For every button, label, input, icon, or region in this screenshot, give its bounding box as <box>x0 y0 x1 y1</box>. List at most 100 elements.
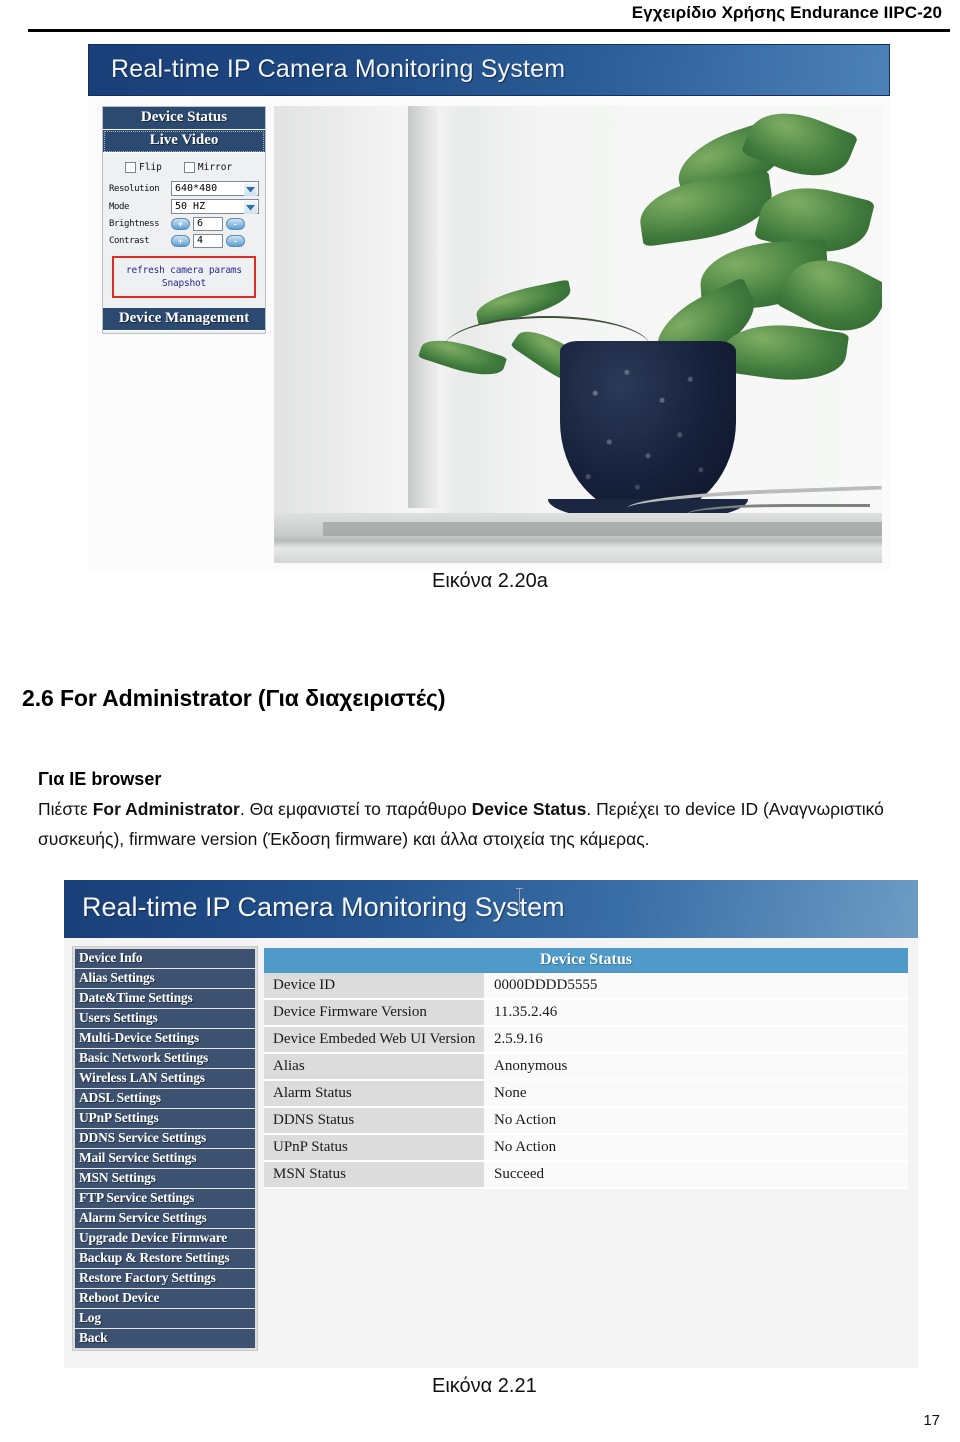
nav-live-video[interactable]: Live Video <box>103 130 265 153</box>
resolution-select[interactable]: 640*480 <box>171 181 259 196</box>
section-subheading: Για IE browser <box>38 769 162 789</box>
row-key: UPnP Status <box>264 1135 484 1160</box>
table-row: Alarm Status None <box>264 1081 908 1108</box>
checkbox-box-icon[interactable] <box>125 162 136 173</box>
row-value: Anonymous <box>484 1054 908 1079</box>
row-value: 11.35.2.46 <box>484 1000 908 1025</box>
nav-device-management[interactable]: Device Management <box>103 308 265 331</box>
admin-body: Device Info Alias Settings Date&Time Set… <box>64 938 918 1368</box>
resolution-label: Resolution <box>109 183 160 194</box>
contrast-label: Contrast <box>109 236 150 246</box>
header-divider-rule <box>28 29 950 32</box>
running-header-title: Εγχειρίδιο Χρήσης Endurance IIPC-20 <box>631 3 942 22</box>
table-row: Device Firmware Version 11.35.2.46 <box>264 1000 908 1027</box>
sidebar-item-upgrade-device-firmware[interactable]: Upgrade Device Firmware <box>75 1229 255 1249</box>
row-value: No Action <box>484 1135 908 1160</box>
snapshot-link[interactable]: Snapshot <box>114 277 254 290</box>
resolution-row: Resolution 640*480 <box>109 181 259 196</box>
app-body: Device Status Live Video Flip Mirror Res… <box>88 96 890 569</box>
brightness-label: Brightness <box>109 219 160 229</box>
sidebar-item-msn-settings[interactable]: MSN Settings <box>75 1169 255 1189</box>
figure-2-20a-caption: Εικόνα 2.20a <box>432 570 548 592</box>
sidebar-item-restore-factory-settings[interactable]: Restore Factory Settings <box>75 1269 255 1289</box>
contrast-value[interactable]: 4 <box>193 234 223 248</box>
resolution-value: 640*480 <box>175 183 218 194</box>
flip-mirror-row: Flip Mirror <box>109 160 259 181</box>
table-row: MSN Status Succeed <box>264 1162 908 1189</box>
text-cursor-icon <box>516 888 523 912</box>
mode-row: Mode 50 HZ <box>109 199 259 214</box>
refresh-camera-params-link[interactable]: refresh camera params <box>114 264 254 277</box>
app-title-bar: Real-time IP Camera Monitoring System <box>64 880 918 938</box>
mirror-label: Mirror <box>197 162 233 173</box>
sidebar-item-log[interactable]: Log <box>75 1309 255 1329</box>
mirror-checkbox[interactable]: Mirror <box>183 162 233 173</box>
row-key: Device ID <box>264 973 484 998</box>
sidebar-item-reboot-device[interactable]: Reboot Device <box>75 1289 255 1309</box>
section-paragraph: Πιέστε For Administrator. Θα εμφανιστεί … <box>38 794 948 854</box>
device-status-title: Device Status <box>264 948 908 973</box>
paragraph-bold-device-status: Device Status <box>471 799 587 819</box>
section-heading: 2.6 For Administrator (Για διαχειριστές) <box>22 685 446 711</box>
contrast-row: Contrast + 4 - <box>109 234 259 248</box>
sidebar-item-ddns-service-settings[interactable]: DDNS Service Settings <box>75 1129 255 1149</box>
row-value: Succeed <box>484 1162 908 1187</box>
row-key: DDNS Status <box>264 1108 484 1133</box>
figure-2-21-screenshot: Real-time IP Camera Monitoring System De… <box>64 880 918 1368</box>
sidebar-item-back[interactable]: Back <box>75 1329 255 1348</box>
sidebar-item-alarm-service-settings[interactable]: Alarm Service Settings <box>75 1209 255 1229</box>
brightness-row: Brightness + 6 - <box>109 217 259 231</box>
row-key: Device Embeded Web UI Version <box>264 1027 484 1052</box>
row-key: MSN Status <box>264 1162 484 1187</box>
document-running-header: Εγχειρίδιο Χρήσης Endurance IIPC-20 <box>0 0 960 34</box>
wall-shadow <box>407 106 439 509</box>
brightness-increase-button[interactable]: + <box>171 218 190 230</box>
shelf-surface <box>274 512 882 563</box>
nav-device-status[interactable]: Device Status <box>103 107 265 130</box>
sidebar-item-mail-service-settings[interactable]: Mail Service Settings <box>75 1149 255 1169</box>
app-title: Real-time IP Camera Monitoring System <box>82 892 565 922</box>
camera-actions-highlight-box: refresh camera params Snapshot <box>112 256 256 298</box>
sidebar-item-device-info[interactable]: Device Info <box>75 949 255 969</box>
mode-select[interactable]: 50 HZ <box>171 199 259 214</box>
row-value: 2.5.9.16 <box>484 1027 908 1052</box>
shelf-edge <box>322 521 882 536</box>
page-number: 17 <box>923 1412 940 1429</box>
sidebar-item-alias-settings[interactable]: Alias Settings <box>75 969 255 989</box>
row-value: No Action <box>484 1108 908 1133</box>
sidebar-item-wireless-lan-settings[interactable]: Wireless LAN Settings <box>75 1069 255 1089</box>
contrast-decrease-button[interactable]: - <box>226 235 245 247</box>
figure-2-20a-screenshot: Real-time IP Camera Monitoring System De… <box>88 44 890 569</box>
sidebar-item-basic-network-settings[interactable]: Basic Network Settings <box>75 1049 255 1069</box>
contrast-increase-button[interactable]: + <box>171 235 190 247</box>
camera-photo-plant <box>274 106 882 563</box>
camera-settings-form: Flip Mirror Resolution 640*480 Mode 50 H… <box>103 153 265 308</box>
sidebar-item-upnp-settings[interactable]: UPnP Settings <box>75 1109 255 1129</box>
mode-label: Mode <box>109 201 130 212</box>
brightness-value[interactable]: 6 <box>193 217 223 231</box>
row-key: Alias <box>264 1054 484 1079</box>
app-title: Real-time IP Camera Monitoring System <box>111 55 566 83</box>
figure-2-21-caption: Εικόνα 2.21 <box>432 1375 537 1397</box>
device-status-panel: Device Status Device ID 0000DDDD5555 Dev… <box>264 948 908 1189</box>
paragraph-text-pre: Πιέστε <box>38 799 93 819</box>
sidebar-item-datetime-settings[interactable]: Date&Time Settings <box>75 989 255 1009</box>
sidebar-item-multi-device-settings[interactable]: Multi-Device Settings <box>75 1029 255 1049</box>
app-title-bar: Real-time IP Camera Monitoring System <box>88 44 890 96</box>
sidebar-item-ftp-service-settings[interactable]: FTP Service Settings <box>75 1189 255 1209</box>
chevron-down-icon[interactable] <box>244 183 257 196</box>
camera-control-panel: Device Status Live Video Flip Mirror Res… <box>102 106 266 334</box>
flower-pot <box>559 341 737 516</box>
sidebar-item-backup-restore-settings[interactable]: Backup & Restore Settings <box>75 1249 255 1269</box>
sidebar-item-users-settings[interactable]: Users Settings <box>75 1009 255 1029</box>
sidebar-item-adsl-settings[interactable]: ADSL Settings <box>75 1089 255 1109</box>
brightness-decrease-button[interactable]: - <box>226 218 245 230</box>
table-row: Device ID 0000DDDD5555 <box>264 973 908 1000</box>
mode-value: 50 HZ <box>175 201 206 212</box>
table-row: DDNS Status No Action <box>264 1108 908 1135</box>
flip-checkbox[interactable]: Flip <box>125 162 162 173</box>
table-row: UPnP Status No Action <box>264 1135 908 1162</box>
chevron-down-icon[interactable] <box>244 201 257 214</box>
flip-label: Flip <box>139 162 162 173</box>
checkbox-box-icon[interactable] <box>183 162 195 173</box>
